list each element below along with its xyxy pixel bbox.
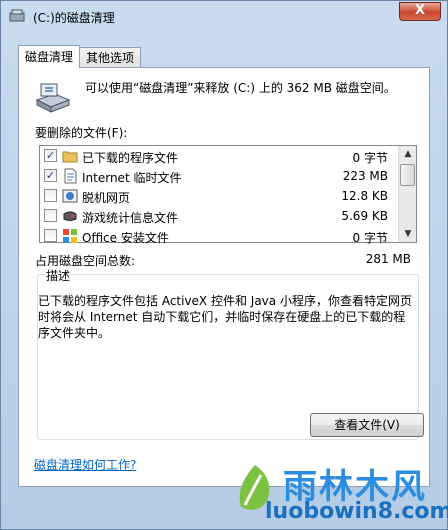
- disk-cleanup-window: (C:)的磁盘清理 X 磁盘清理 其他选项 可以使用“磁盘清理”来释放 (C:)…: [0, 0, 448, 530]
- list-item-game-stats[interactable]: 游戏统计信息文件 5.69 KB: [40, 206, 398, 226]
- file-name: 已下载的程序文件: [82, 151, 179, 165]
- checkbox-unchecked[interactable]: [44, 229, 57, 242]
- files-listbox[interactable]: ✓ 已下载的程序文件 0 字节 ✓ Internet 临时文件 223 MB 脱…: [39, 145, 417, 245]
- description-title: 描述: [44, 267, 73, 284]
- list-scrollbar[interactable]: ▲ ▼: [398, 146, 416, 242]
- tab-panel: 可以使用“磁盘清理”来释放 (C:) 上的 362 MB 磁盘空间。 要删除的文…: [18, 67, 430, 487]
- folder-icon: [62, 151, 78, 163]
- tab-more-options[interactable]: 其他选项: [79, 47, 142, 68]
- file-name: 游戏统计信息文件: [82, 211, 179, 225]
- checkbox-unchecked[interactable]: [44, 189, 57, 202]
- scroll-up-icon[interactable]: ▲: [400, 146, 416, 162]
- scroll-thumb[interactable]: [400, 164, 415, 186]
- document-icon: [64, 168, 77, 184]
- files-list: ✓ 已下载的程序文件 0 字节 ✓ Internet 临时文件 223 MB 脱…: [40, 146, 398, 245]
- file-name: Office 安装文件: [82, 231, 169, 245]
- file-name: 脱机网页: [82, 191, 131, 205]
- disk-cleanup-icon: [9, 9, 25, 22]
- close-button[interactable]: X: [399, 2, 441, 21]
- total-space-value: 281 MB: [365, 252, 411, 266]
- list-item-office-setup[interactable]: Office 安装文件 0 字节: [40, 226, 398, 246]
- watermark-logo: 雨林木风 luobowin8.com: [231, 457, 448, 529]
- description-text: 已下载的程序文件包括 ActiveX 控件和 Java 小程序，你查看特定网页时…: [38, 294, 412, 340]
- help-link[interactable]: 磁盘清理如何工作?: [34, 456, 136, 473]
- view-files-button[interactable]: 查看文件(V): [310, 413, 424, 437]
- watermark-url: luobowin8.com: [265, 499, 448, 524]
- checkbox-checked[interactable]: ✓: [44, 149, 57, 162]
- window-title: (C:)的磁盘清理: [33, 11, 115, 25]
- list-item-downloaded-programs[interactable]: ✓ 已下载的程序文件 0 字节: [40, 146, 398, 166]
- office-icon: [63, 229, 77, 243]
- tab-disk-cleanup[interactable]: 磁盘清理: [18, 45, 81, 68]
- description-group: 描述 已下载的程序文件包括 ActiveX 控件和 Java 小程序，你查看特定…: [37, 267, 424, 440]
- game-controller-icon: [63, 211, 77, 221]
- header-description: 可以使用“磁盘清理”来释放 (C:) 上的 362 MB 磁盘空间。: [85, 81, 396, 95]
- header-row: 可以使用“磁盘清理”来释放 (C:) 上的 362 MB 磁盘空间。: [35, 78, 415, 118]
- file-size: 0 字节: [352, 231, 388, 245]
- title-bar[interactable]: (C:)的磁盘清理 X: [1, 1, 447, 31]
- tab-strip: 磁盘清理 其他选项: [18, 45, 142, 68]
- file-size: 12.8 KB: [341, 189, 388, 203]
- checkbox-unchecked[interactable]: [44, 209, 57, 222]
- disk-cleanup-icon: [35, 83, 71, 113]
- file-size: 5.69 KB: [341, 209, 388, 223]
- file-size: 0 字节: [352, 151, 388, 165]
- list-item-internet-temp[interactable]: ✓ Internet 临时文件 223 MB: [40, 166, 398, 186]
- list-item-offline-pages[interactable]: 脱机网页 12.8 KB: [40, 186, 398, 206]
- checkbox-checked[interactable]: ✓: [44, 169, 57, 182]
- total-space-label: 占用磁盘空间总数:: [35, 254, 136, 268]
- scroll-down-icon[interactable]: ▼: [400, 226, 416, 242]
- file-size: 223 MB: [342, 169, 388, 183]
- file-name: Internet 临时文件: [82, 171, 182, 185]
- offline-page-icon: [62, 189, 78, 203]
- total-space-row: 占用磁盘空间总数: 281 MB: [35, 252, 411, 269]
- files-label: 要删除的文件(F):: [35, 126, 128, 140]
